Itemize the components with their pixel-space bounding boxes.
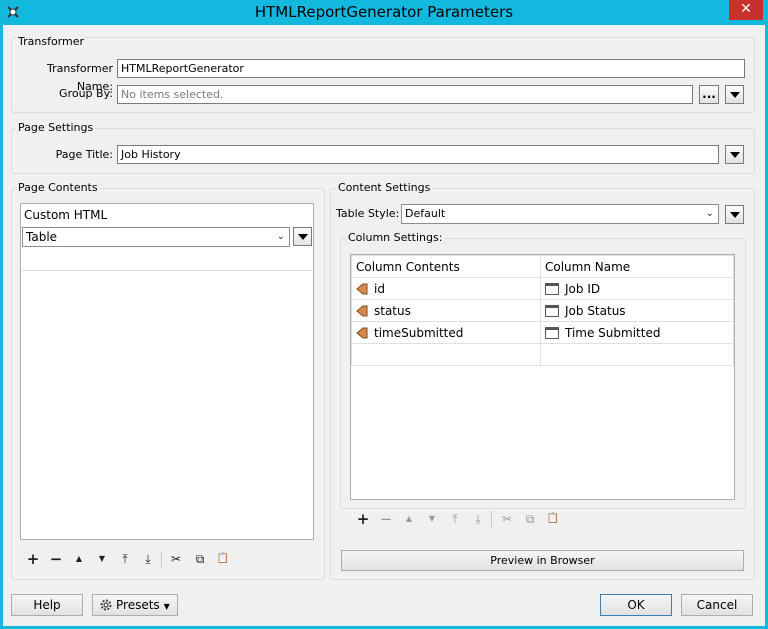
column-move-bottom-button[interactable]: ⤓ bbox=[469, 511, 487, 527]
column-move-top-button[interactable]: ⤒ bbox=[446, 511, 464, 527]
move-up-button[interactable]: ▲ bbox=[70, 551, 88, 567]
page-title-label: Page Title: bbox=[55, 148, 113, 161]
add-column-button[interactable]: + bbox=[354, 511, 372, 527]
text-value-icon bbox=[545, 326, 559, 339]
page-title-input[interactable]: Job History bbox=[117, 145, 719, 164]
column-contents-cell[interactable]: id bbox=[351, 277, 541, 300]
gear-icon bbox=[100, 599, 112, 611]
table-style-value: Default bbox=[405, 207, 446, 220]
column-move-up-button[interactable]: ▲ bbox=[400, 511, 418, 527]
content-settings-group-label: Content Settings bbox=[336, 181, 433, 194]
table-style-dropdown-button[interactable] bbox=[725, 205, 744, 224]
cut-button[interactable]: ✂ bbox=[167, 551, 185, 567]
caret-down-icon: ▼ bbox=[163, 602, 170, 611]
column-contents-header[interactable]: Column Contents bbox=[351, 255, 541, 278]
toolbar-separator bbox=[161, 551, 162, 567]
column-name-header[interactable]: Column Name bbox=[540, 255, 734, 278]
column-name-cell[interactable] bbox=[540, 343, 734, 366]
remove-column-button[interactable]: − bbox=[377, 511, 395, 527]
column-name-cell[interactable]: Job Status bbox=[540, 299, 734, 322]
page-contents-group-label: Page Contents bbox=[16, 181, 100, 194]
page-settings-group-label: Page Settings bbox=[16, 121, 96, 134]
list-item-table-label: Table bbox=[26, 230, 58, 244]
text-value-icon bbox=[545, 304, 559, 317]
table-row[interactable]: id Job ID bbox=[351, 277, 734, 300]
window-title: HTMLReportGenerator Parameters bbox=[254, 3, 514, 21]
group-by-label: Group By: bbox=[59, 87, 113, 100]
table-row-empty[interactable] bbox=[351, 343, 734, 366]
column-settings-table: Column Contents Column Name id Job ID st… bbox=[351, 255, 734, 366]
table-row[interactable]: timeSubmitted Time Submitted bbox=[351, 321, 734, 344]
move-bottom-button[interactable]: ⤓ bbox=[139, 551, 157, 567]
page-contents-list[interactable]: Custom HTML Table ⌄ bbox=[20, 203, 314, 540]
add-item-button[interactable]: + bbox=[24, 551, 42, 567]
presets-button[interactable]: Presets ▼ bbox=[92, 594, 178, 616]
group-by-dropdown-button[interactable] bbox=[725, 85, 744, 104]
group-by-ellipsis-button[interactable]: ... bbox=[699, 85, 719, 104]
column-paste-button[interactable]: 📋 bbox=[544, 511, 562, 527]
group-by-input[interactable]: No items selected. bbox=[117, 85, 693, 104]
table-header-row: Column Contents Column Name bbox=[351, 255, 734, 278]
attribute-icon bbox=[356, 305, 368, 316]
attribute-icon bbox=[356, 327, 368, 338]
column-contents-cell[interactable]: timeSubmitted bbox=[351, 321, 541, 344]
transformer-group-label: Transformer bbox=[16, 35, 87, 48]
remove-item-button[interactable]: − bbox=[47, 551, 65, 567]
text-value-icon bbox=[545, 282, 559, 295]
transformer-name-input[interactable]: HTMLReportGenerator bbox=[117, 59, 745, 78]
column-name-cell[interactable]: Time Submitted bbox=[540, 321, 734, 344]
close-button[interactable]: ✕ bbox=[729, 0, 763, 20]
chevron-down-icon: ⌄ bbox=[705, 208, 714, 219]
table-row[interactable]: status Job Status bbox=[351, 299, 734, 322]
column-contents-cell[interactable]: status bbox=[351, 299, 541, 322]
column-settings-label: Column Settings: bbox=[346, 231, 445, 244]
list-divider bbox=[22, 270, 312, 271]
column-name-cell[interactable]: Job ID bbox=[540, 277, 734, 300]
list-item-table-combo[interactable]: Table ⌄ bbox=[22, 227, 290, 247]
table-style-label: Table Style: bbox=[336, 207, 400, 220]
move-down-button[interactable]: ▼ bbox=[93, 551, 111, 567]
table-style-select[interactable]: Default ⌄ bbox=[401, 204, 719, 224]
move-top-button[interactable]: ⤒ bbox=[116, 551, 134, 567]
cancel-button[interactable]: Cancel bbox=[681, 594, 753, 616]
page-title-dropdown-button[interactable] bbox=[725, 145, 744, 164]
preview-in-browser-button[interactable]: Preview in Browser bbox=[341, 550, 744, 571]
help-button[interactable]: Help bbox=[11, 594, 83, 616]
paste-button[interactable]: 📋 bbox=[214, 551, 232, 567]
list-item-custom-html[interactable]: Custom HTML bbox=[24, 208, 107, 222]
toolbar-separator bbox=[491, 511, 492, 527]
chevron-down-icon: ⌄ bbox=[276, 231, 285, 242]
column-copy-button[interactable]: ⧉ bbox=[521, 511, 539, 527]
column-move-down-button[interactable]: ▼ bbox=[423, 511, 441, 527]
ok-button[interactable]: OK bbox=[600, 594, 672, 616]
table-item-dropdown-button[interactable] bbox=[293, 227, 312, 246]
dialog-body: Transformer Transformer Name: HTMLReport… bbox=[3, 25, 765, 626]
column-contents-cell[interactable] bbox=[351, 343, 541, 366]
attribute-icon bbox=[356, 283, 368, 294]
copy-button[interactable]: ⧉ bbox=[191, 551, 209, 567]
column-cut-button[interactable]: ✂ bbox=[498, 511, 516, 527]
